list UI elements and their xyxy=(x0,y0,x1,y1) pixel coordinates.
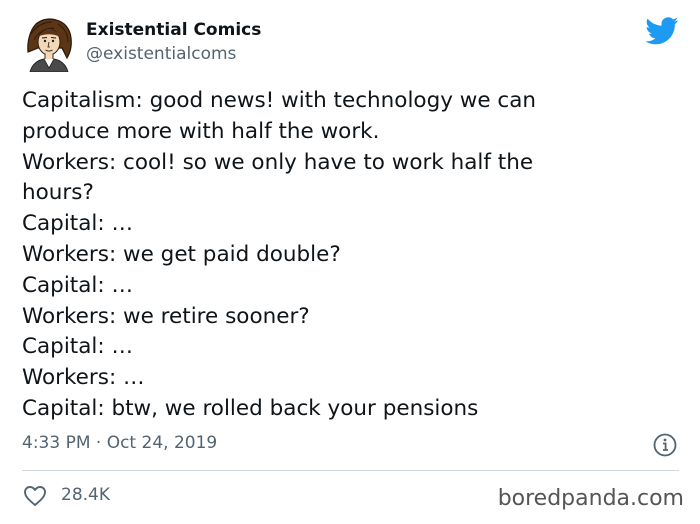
tweet-line: Workers: … xyxy=(22,365,145,391)
info-circle-icon[interactable] xyxy=(652,432,678,458)
tweet-line: hours? xyxy=(22,180,94,206)
twitter-bird-icon[interactable] xyxy=(645,17,679,45)
avatar[interactable] xyxy=(22,12,76,72)
tweet-line: Capitalism: good news! with technology w… xyxy=(22,88,537,113)
tweet-line: Capital: btw, we rolled back your pensio… xyxy=(22,395,479,421)
tweet-text: Capitalism: good news! with technology w… xyxy=(22,86,682,425)
display-name[interactable]: Existential Comics xyxy=(86,20,261,40)
like-count[interactable]: 28.4K xyxy=(61,485,110,505)
tweet-line: Workers: we retire sooner? xyxy=(22,303,310,329)
divider xyxy=(22,470,679,471)
tweet-line: Workers: cool! so we only have to work h… xyxy=(22,149,534,175)
watermark: boredpanda.com xyxy=(497,486,684,511)
tweet-line: Capital: … xyxy=(22,334,133,360)
tweet-line: Capital: … xyxy=(22,272,133,298)
tweet-line: Capital: … xyxy=(22,211,133,237)
heart-outline-icon[interactable] xyxy=(23,485,47,507)
tweet-timestamp[interactable]: 4:33 PM · Oct 24, 2019 xyxy=(22,433,217,453)
user-handle[interactable]: @existentialcoms xyxy=(86,44,236,64)
tweet-line: Workers: we get paid double? xyxy=(22,241,341,267)
tweet-line: produce more with half the work. xyxy=(22,118,380,144)
